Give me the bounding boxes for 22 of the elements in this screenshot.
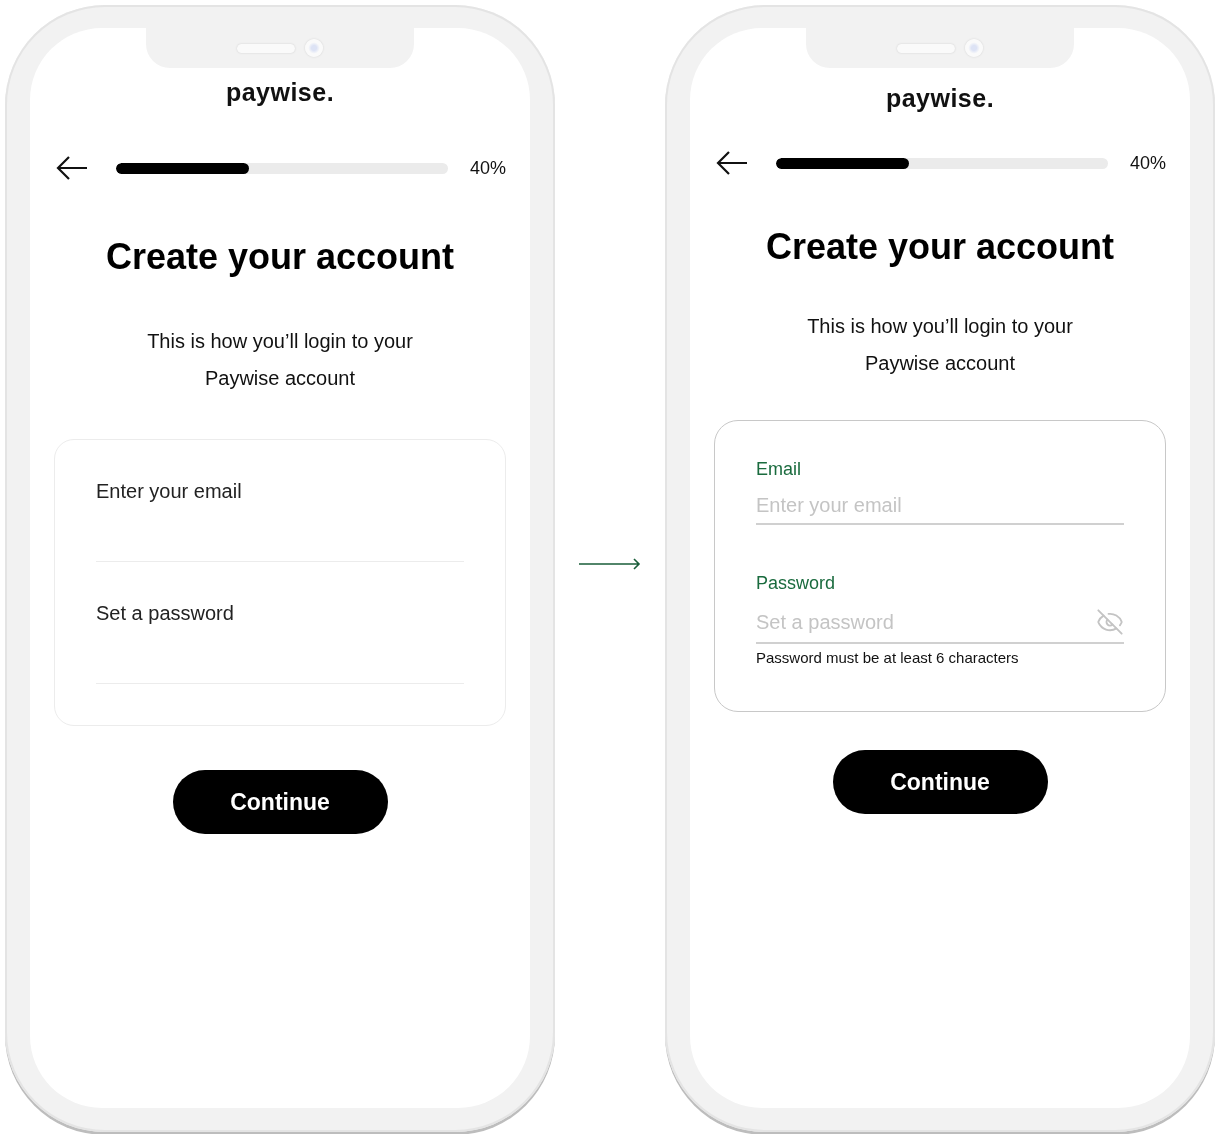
- logo: paywise.: [885, 84, 995, 113]
- input-field[interactable]: Enter your email: [756, 494, 1124, 517]
- back-arrow-icon: [56, 155, 88, 181]
- page-title: Create your account: [765, 226, 1115, 268]
- logo: paywise.: [225, 78, 335, 107]
- field-hint: Password must be at least 6 characters: [756, 649, 1020, 666]
- subtitle: This is how you’ll login to your Paywise account: [806, 314, 1074, 376]
- field-label: Password: [756, 573, 837, 594]
- page-title: Create your account: [105, 236, 455, 278]
- flow-arrow: [579, 558, 641, 570]
- progress-reading: 40%: [1129, 152, 1166, 174]
- back-button[interactable]: [716, 150, 748, 176]
- progress-reading: 40%: [469, 157, 506, 179]
- input-field[interactable]: Enter your email: [96, 480, 464, 503]
- continue-button[interactable]: Continue: [832, 750, 1048, 814]
- continue-button[interactable]: Continue: [172, 770, 388, 834]
- field-label: Email: [756, 459, 802, 480]
- back-arrow-icon: [716, 150, 748, 176]
- input-field[interactable]: Set a password: [756, 610, 1096, 634]
- back-button[interactable]: [56, 155, 88, 181]
- input-field[interactable]: Set a password: [96, 602, 464, 625]
- subtitle: This is how you’ll login to your Paywise account: [146, 329, 414, 391]
